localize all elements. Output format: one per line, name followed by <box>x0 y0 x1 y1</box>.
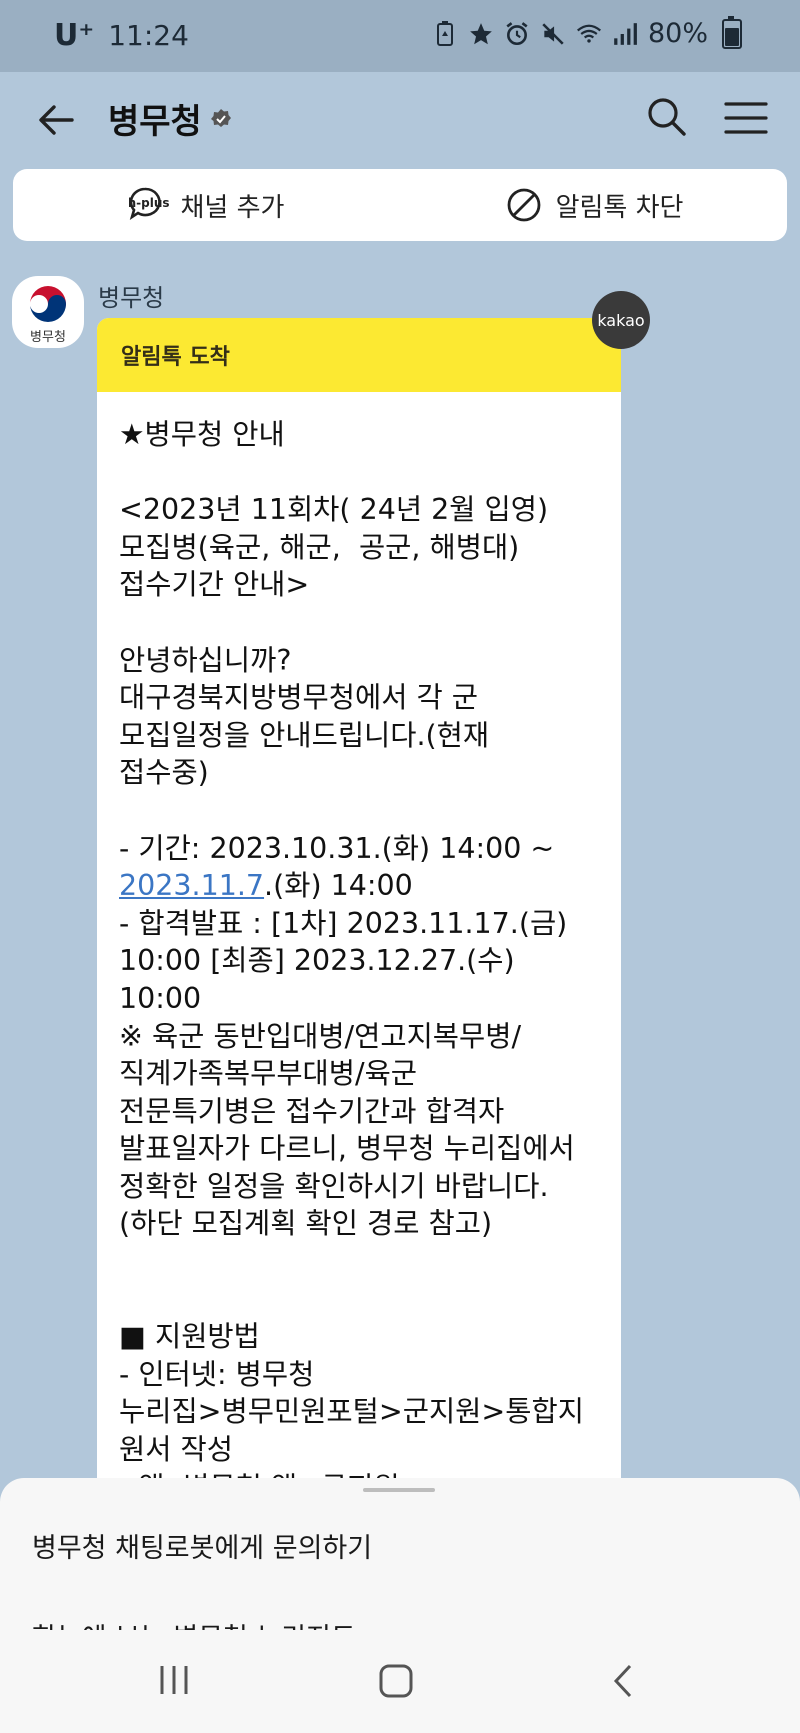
add-channel-label: 채널 추가 <box>180 192 285 223</box>
message-line: 직계가족복무부대병/육군 <box>119 1057 418 1091</box>
star-icon <box>468 20 494 48</box>
home-icon[interactable] <box>366 1660 426 1702</box>
status-time: 11:24 <box>108 19 189 52</box>
bubble-header: 알림톡 도착 <box>97 318 621 392</box>
block-alimtalk-label: 알림톡 차단 <box>555 192 684 223</box>
message-line: ★병무청 안내 <box>119 418 285 451</box>
message-line: 접수중) <box>119 756 209 790</box>
kakao-badge: kakao <box>592 291 650 349</box>
message-line: - 앱: 병무청 앱>군지원 <box>119 1469 599 1478</box>
message-line <box>119 1243 599 1281</box>
avatar[interactable]: 병무청 <box>12 276 84 348</box>
message-line: 10:00 [최종] 2023.12.27.(수) 10:00 <box>119 944 524 1015</box>
alarm-icon <box>504 20 530 48</box>
sender-name: 병무청 <box>98 284 165 312</box>
message-line: 대구경북지방병무청에서 각 군 <box>119 681 478 715</box>
message-line: 정확한 일정을 확인하시기 바랍니다. <box>119 1169 549 1203</box>
avatar-label: 병무청 <box>30 330 66 345</box>
battery-fill <box>725 27 739 46</box>
date-link-suffix: .(화) 14:00 <box>264 869 413 903</box>
recents-icon[interactable] <box>144 1660 204 1702</box>
message-line: 접수기간 안내> <box>119 568 310 602</box>
message-line: (하단 모집계획 확인 경로 참고) <box>119 1207 493 1241</box>
battery-saver-icon <box>432 20 458 48</box>
message-line <box>119 1281 599 1319</box>
status-right: 80% <box>432 15 742 49</box>
message-line: - 인터넷: 병무청 <box>119 1357 315 1391</box>
mute-icon <box>540 20 566 48</box>
system-nav-bar <box>0 1630 800 1733</box>
menu-item-chatbot[interactable]: 병무청 채팅로봇에게 문의하기 <box>32 1526 372 1565</box>
signal-icon <box>612 20 638 48</box>
message-line <box>119 792 599 830</box>
status-bar: U⁺ 11:24 80% <box>0 0 800 72</box>
chat-add-icon: ch-plus <box>120 185 173 225</box>
message-line: 원서 작성 <box>119 1433 233 1467</box>
app-bar: 병무청 <box>0 72 800 172</box>
verified-badge-icon <box>210 108 232 130</box>
battery-icon <box>722 15 742 49</box>
message-line: 발표일자가 다르니, 병무청 누리집에서 <box>119 1132 575 1166</box>
ch-icon-text: ch-plus <box>129 196 170 210</box>
message-line: 2023.11.7.(화) 14:00 <box>119 867 599 905</box>
message-line <box>119 604 599 642</box>
message-line: 모집병(육군, 해군, 공군, 해병대) <box>119 530 520 564</box>
channel-title: 병무청 <box>108 102 202 142</box>
message-line: 모집일정을 안내드립니다.(현재 <box>119 718 490 752</box>
message-line: 누리집>병무민원포털>군지원>통합지 <box>119 1395 584 1429</box>
message-line: ※ 육군 동반입대병/연고지복무병/ <box>119 1019 522 1053</box>
date-link[interactable]: 2023.11.7 <box>119 869 264 902</box>
block-alimtalk-button[interactable]: 알림톡 차단 <box>400 169 787 241</box>
carrier-label: U⁺ <box>54 18 95 53</box>
message-line <box>119 454 599 492</box>
channel-action-card: ch-plus 채널 추가 알림톡 차단 <box>13 169 787 241</box>
message-line: 안녕하십니까? <box>119 643 292 677</box>
sheet-handle[interactable] <box>363 1488 435 1492</box>
search-icon[interactable] <box>644 94 690 140</box>
back-nav-icon[interactable] <box>592 1660 652 1702</box>
block-icon <box>504 185 548 225</box>
message-line: - 기간: 2023.10.31.(화) 14:00 ~ <box>119 831 555 865</box>
battery-percent: 80% <box>647 18 708 49</box>
alimtalk-bubble: 알림톡 도착 ★병무청 안내 <2023년 11회차( 24년 2월 입영) 모집… <box>97 318 621 1478</box>
add-channel-button[interactable]: ch-plus 채널 추가 <box>13 169 400 241</box>
back-arrow-icon[interactable] <box>34 98 78 142</box>
message-line: 전문특기병은 접수기간과 합격자 <box>119 1094 505 1128</box>
title-wrap: 병무청 <box>108 94 232 143</box>
menu-icon[interactable] <box>722 98 770 138</box>
message-body: ★병무청 안내 <2023년 11회차( 24년 2월 입영) 모집병(육군, 해… <box>97 392 621 1478</box>
message-line: - 합격발표 : [1차] 2023.11.17.(금) <box>119 906 568 940</box>
message-line: ■ 지원방법 <box>119 1320 260 1354</box>
wifi-icon <box>576 20 602 48</box>
status-left: U⁺ 11:24 <box>54 18 189 53</box>
message-line: <2023년 11회차( 24년 2월 입영) <box>119 493 549 527</box>
